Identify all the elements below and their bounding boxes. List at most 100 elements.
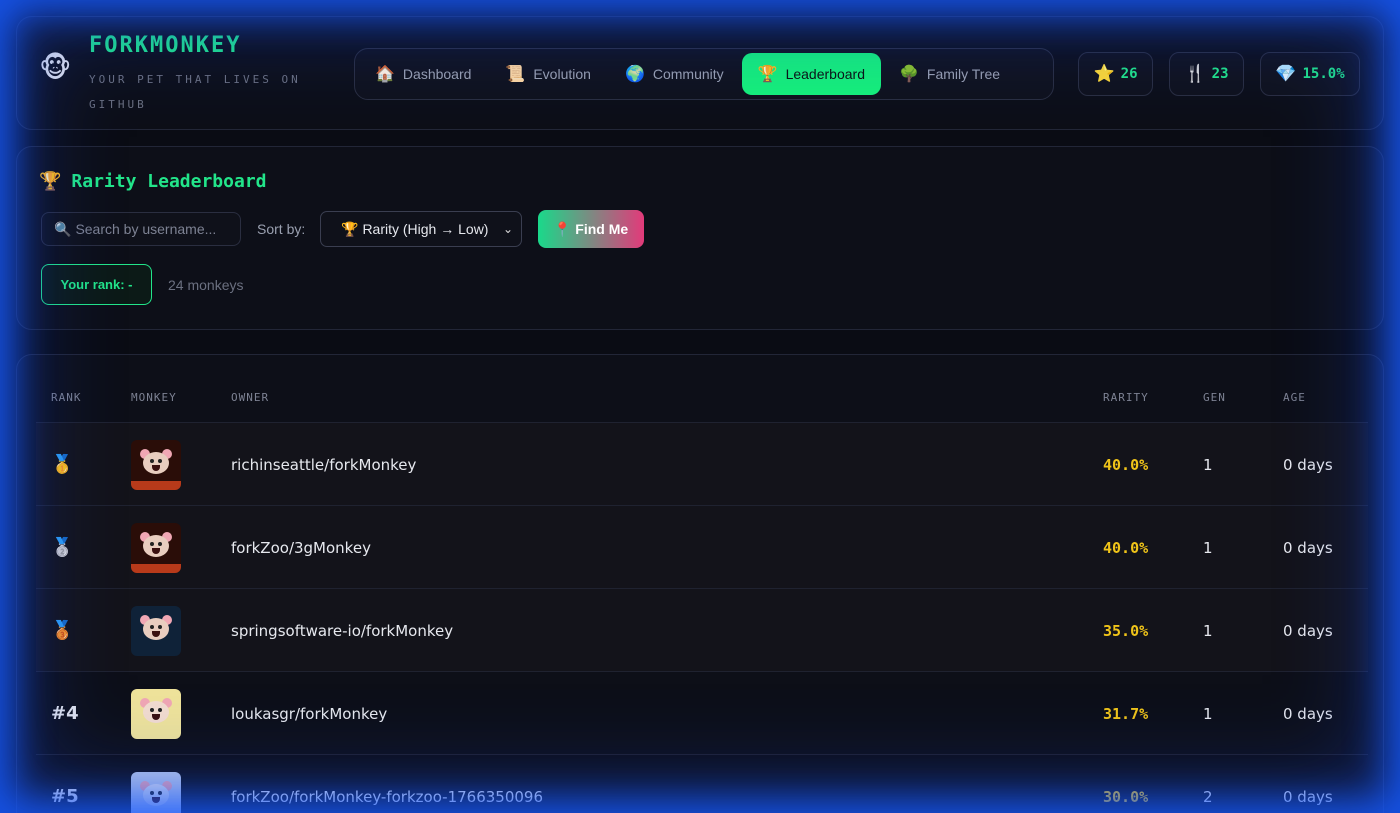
sort-select[interactable]: 🏆 Rarity (High → Low) ⌄ [320,211,522,247]
leaderboard-table: RANK MONKEY OWNER RARITY GEN AGE 🥇 richi… [16,354,1384,813]
avatar-mouth [152,464,160,471]
rarity-stat: 💎 15.0% [1260,52,1360,96]
pin-icon: 📍 [553,220,572,237]
sort-value: Rarity (High → Low) [362,221,489,237]
nav-community[interactable]: 🌍 Community [609,53,740,95]
leaderboard-title: 🏆 Rarity Leaderboard [39,171,267,192]
search-icon: 🔍 [54,220,72,237]
house-icon: 🏠 [375,66,395,83]
monkey-avatar-cell[interactable] [131,506,181,589]
nav-label: Evolution [533,66,591,82]
bronze-medal-icon: 🥉 [51,620,74,641]
avatar-eye [150,458,154,463]
gold-medal-icon: 🥇 [51,454,74,475]
monkey-avatar-cell[interactable] [131,423,181,506]
leaderboard-controls: 🏆 Rarity Leaderboard 🔍 Search by usernam… [16,146,1384,330]
monkey-avatar[interactable] [131,439,181,490]
generation-value: 1 [1203,538,1213,557]
globe-icon: 🌍 [624,66,645,83]
avatar-mouth [152,630,160,637]
stars-count: 26 [1120,66,1138,82]
rarity-value: 30.0% [1103,787,1149,806]
rarity-value: 31.7% [1103,704,1149,723]
gem-icon: 💎 [1275,64,1297,84]
table-row[interactable]: #4 loukasgr/forkMonkey 31.7% 1 0 days [36,671,1368,754]
age-value: 0 days [1283,704,1333,723]
avatar-eye [158,707,162,712]
header-age[interactable]: AGE [1283,391,1306,404]
generation-value: 1 [1203,455,1213,474]
header-rarity[interactable]: RARITY [1103,391,1149,404]
avatar-eye [150,541,154,546]
monkey-avatar-cell[interactable] [131,755,181,813]
app-title[interactable]: FORKMONKEY [89,33,241,58]
silver-medal-icon: 🥈 [51,537,74,558]
table-row[interactable]: #5 forkZoo/forkMonkey-forkzoo-1766350096… [36,754,1368,813]
monkey-avatar-cell[interactable] [131,672,181,755]
table-row[interactable]: 🥈 forkZoo/3gMonkey 40.0% 1 0 days [36,505,1368,588]
avatar-eye [158,458,162,463]
owner-link[interactable]: forkZoo/forkMonkey-forkzoo-1766350096 [231,755,543,813]
header-monkey[interactable]: MONKEY [131,391,177,404]
table-row[interactable]: 🥉 springsoftware-io/forkMonkey 35.0% 1 0… [36,588,1368,671]
sort-label: Sort by: [257,221,306,237]
trophy-icon: 🏆 [341,220,359,237]
find-me-label: Find Me [575,221,629,237]
app-subtitle: YOUR PET THAT LIVES ON GITHUB [89,73,301,111]
star-icon: ⭐ [1093,64,1115,84]
nav-leaderboard[interactable]: 🏆 Leaderboard [741,53,881,95]
nav-dashboard[interactable]: 🏠 Dashboard [359,53,487,95]
nav-label: Dashboard [402,66,472,82]
monkey-avatar[interactable] [131,522,181,573]
owner-link[interactable]: forkZoo/3gMonkey [231,506,371,589]
find-me-button[interactable]: 📍 Find Me [538,210,644,248]
scroll-icon: 📜 [505,66,526,83]
avatar-eye [150,790,154,795]
chevron-down-icon: ⌄ [502,222,513,236]
monkey-avatar[interactable] [131,605,181,656]
header-owner[interactable]: OWNER [231,391,269,404]
generation-value: 1 [1203,621,1213,640]
avatar-eye [158,790,162,795]
owner-link[interactable]: springsoftware-io/forkMonkey [231,589,453,672]
tree-icon: 🌳 [898,66,919,83]
trophy-icon: 🏆 [39,171,62,192]
table-row[interactable]: 🥇 richinseattle/forkMonkey 40.0% 1 0 day… [36,422,1368,505]
rank-number: #5 [51,786,79,807]
avatar-eye [158,541,162,546]
avatar-base [131,480,181,490]
avatar-mouth [152,796,160,803]
owner-link[interactable]: loukasgr/forkMonkey [231,672,387,755]
nav-family-tree[interactable]: 🌳 Family Tree [883,53,1016,95]
rarity-value: 40.0% [1103,455,1149,474]
forks-count: 23 [1211,66,1229,82]
fork-knife-icon: 🍴 [1184,64,1206,84]
age-value: 0 days [1283,621,1333,640]
search-input[interactable]: 🔍 Search by username... [41,212,241,246]
rarity-value: 35.0% [1103,621,1149,640]
your-rank-badge: Your rank: - [41,264,152,305]
search-placeholder: Search by username... [75,221,217,237]
rarity-value: 15.0% [1302,66,1345,82]
app-header: 🐵 FORKMONKEY YOUR PET THAT LIVES ON GITH… [16,16,1384,130]
monkey-avatar[interactable] [131,771,181,813]
rarity-value: 40.0% [1103,538,1149,557]
monkey-count: 24 monkeys [168,277,244,293]
header-rank[interactable]: RANK [51,391,82,404]
avatar-eye [150,707,154,712]
avatar-mouth [152,713,160,720]
nav-label: Community [652,66,724,82]
avatar-eye [158,624,162,629]
avatar-base [131,563,181,573]
avatar-eye [150,624,154,629]
owner-link[interactable]: richinseattle/forkMonkey [231,423,416,506]
monkey-avatar-cell[interactable] [131,589,181,672]
monkey-logo-icon: 🐵 [39,51,72,84]
nav-evolution[interactable]: 📜 Evolution [489,53,607,95]
header-gen[interactable]: GEN [1203,391,1226,404]
rank-number: #4 [51,703,79,724]
generation-value: 1 [1203,704,1213,723]
age-value: 0 days [1283,455,1333,474]
monkey-avatar[interactable] [131,688,181,739]
age-value: 0 days [1283,787,1333,806]
